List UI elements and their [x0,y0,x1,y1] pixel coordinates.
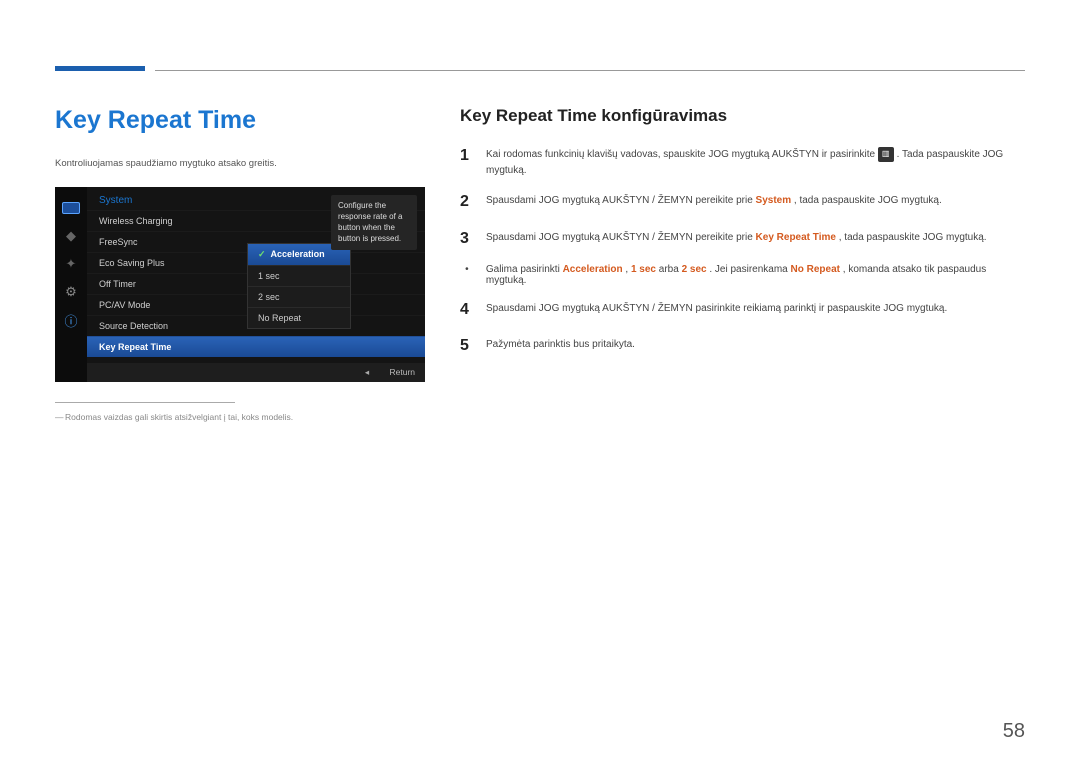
step-2: 2 Spausdami JOG mygtuką AUKŠTYN / ŽEMYN … [460,190,1025,215]
section-title: Key Repeat Time [55,106,425,135]
step-text: Kai rodomas funkcinių klavišų vadovas, s… [486,149,878,160]
osd-submenu-item: 2 sec [248,286,350,307]
osd-row-label: Wireless Charging [99,216,173,226]
right-column: Key Repeat Time konfigūravimas 1 Kai rod… [460,106,1025,424]
step-body: Spausdami JOG mygtuką AUKŠTYN / ŽEMYN pa… [486,298,1025,323]
osd-row-label: Off Timer [99,279,136,289]
header-accent-bar [55,66,145,71]
step-5: 5 Pažymėta parinktis bus pritaikyta. [460,334,1025,359]
step-text: Spausdami JOG mygtuką AUKŠTYN / ŽEMYN pe… [486,232,756,243]
bullet-icon: • [460,264,474,286]
osd-submenu-item: No Repeat [248,307,350,328]
step-text: Spausdami JOG mygtuką AUKŠTYN / ŽEMYN pe… [486,195,756,206]
osd-tooltip: Configure the response rate of a button … [331,195,417,250]
step-text: , tada paspauskite JOG mygtuką. [839,232,987,243]
osd-row-label: FreeSync [99,237,138,247]
osd-screenshot: ◆ ✦ ⚙ ⓘ System Wireless ChargingOff Free… [55,187,425,382]
highlight-krt: Key Repeat Time [756,232,836,243]
step-body: Pažymėta parinktis bus pritaikyta. [486,334,1025,359]
osd-submenu: Acceleration 1 sec 2 sec No Repeat [247,243,351,329]
footnote-rule [55,402,235,403]
footnote: Rodomas vaizdas gali skirtis atsižvelgia… [55,411,425,424]
step-body: Kai rodomas funkcinių klavišų vadovas, s… [486,144,1025,178]
config-title: Key Repeat Time konfigūravimas [460,106,1025,126]
step-number: 2 [460,190,474,215]
osd-footer-return: Return [389,367,415,377]
highlight-2sec: 2 sec [682,264,707,275]
adjust-icon: ◆ [60,225,82,247]
osd-row-label: Source Detection [99,321,168,331]
step-1: 1 Kai rodomas funkcinių klavišų vadovas,… [460,144,1025,178]
target-icon: ✦ [60,253,82,275]
highlight-acceleration: Acceleration [563,264,623,275]
header-rule [155,70,1025,71]
bullet-text: arba [659,264,682,275]
page: Key Repeat Time Kontroliuojamas spaudžia… [0,0,1080,424]
step-number: 1 [460,144,474,178]
step-3: 3 Spausdami JOG mygtuką AUKŠTYN / ŽEMYN … [460,227,1025,252]
content-columns: Key Repeat Time Kontroliuojamas spaudžia… [55,106,1025,424]
osd-row-label: Eco Saving Plus [99,258,165,268]
highlight-1sec: 1 sec [631,264,656,275]
highlight-norepeat: No Repeat [791,264,840,275]
step-number: 3 [460,227,474,252]
back-arrow-icon: ◂ [365,367,369,378]
page-number: 58 [1003,720,1025,743]
step-text: , tada paspauskite JOG mygtuką. [794,195,942,206]
step-body: Spausdami JOG mygtuką AUKŠTYN / ŽEMYN pe… [486,227,1025,252]
steps-list: 1 Kai rodomas funkcinių klavišų vadovas,… [460,144,1025,252]
osd-submenu-item: 1 sec [248,265,350,286]
bullet-note: • Galima pasirinkti Acceleration , 1 sec… [460,264,1025,286]
osd-row-label: Key Repeat Time [99,342,171,352]
menu-icon: ▥ [878,147,894,161]
osd-main: System Wireless ChargingOff FreeSyncOff … [87,187,425,382]
osd-row-label: PC/AV Mode [99,300,150,310]
bullet-text: Galima pasirinkti [486,264,563,275]
monitor-icon [60,197,82,219]
info-icon: ⓘ [60,309,82,331]
osd-sidebar: ◆ ✦ ⚙ ⓘ [55,187,87,382]
step-4: 4 Spausdami JOG mygtuką AUKŠTYN / ŽEMYN … [460,298,1025,323]
highlight-system: System [756,195,792,206]
gear-icon: ⚙ [60,281,82,303]
osd-footer: ◂ Return [87,363,425,382]
step-number: 4 [460,298,474,323]
osd-row-selected: Key Repeat Time [87,336,425,357]
section-description: Kontroliuojamas spaudžiamo mygtuko atsak… [55,157,425,171]
steps-list-cont: 4 Spausdami JOG mygtuką AUKŠTYN / ŽEMYN … [460,298,1025,360]
bullet-text: . Jei pasirenkama [709,264,790,275]
step-body: Spausdami JOG mygtuką AUKŠTYN / ŽEMYN pe… [486,190,1025,215]
step-number: 5 [460,334,474,359]
bullet-body: Galima pasirinkti Acceleration , 1 sec a… [486,264,1025,286]
left-column: Key Repeat Time Kontroliuojamas spaudžia… [55,106,425,424]
